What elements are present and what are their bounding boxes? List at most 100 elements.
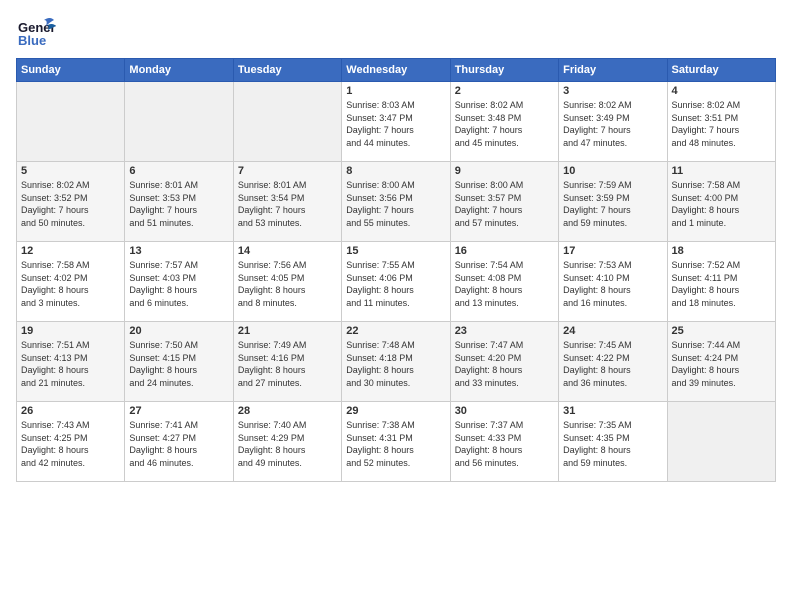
day-content: Sunrise: 8:00 AMSunset: 3:57 PMDaylight:… bbox=[455, 179, 554, 229]
calendar-cell: 6 Sunrise: 8:01 AMSunset: 3:53 PMDaylight… bbox=[125, 162, 233, 242]
calendar-cell: 9Sunrise: 8:00 AMSunset: 3:57 PMDaylight… bbox=[450, 162, 558, 242]
day-content: Sunrise: 7:58 AMSunset: 4:02 PMDaylight:… bbox=[21, 259, 120, 309]
calendar-table: SundayMondayTuesdayWednesdayThursdayFrid… bbox=[16, 58, 776, 482]
calendar-cell: 19 Sunrise: 7:51 AMSunset: 4:13 PMDayligh… bbox=[17, 322, 125, 402]
logo-icon: General Blue bbox=[16, 12, 56, 52]
day-content: Sunrise: 7:55 AMSunset: 4:06 PMDaylight:… bbox=[346, 259, 445, 309]
day-number: 18 bbox=[672, 245, 771, 257]
calendar-cell: 4 Sunrise: 8:02 AMSunset: 3:51 PMDaylight… bbox=[667, 82, 775, 162]
day-content: Sunrise: 7:41 AMSunset: 4:27 PMDaylight:… bbox=[129, 419, 228, 469]
day-content: Sunrise: 7:52 AMSunset: 4:11 PMDaylight:… bbox=[672, 259, 771, 309]
day-content: Sunrise: 7:48 AMSunset: 4:18 PMDaylight:… bbox=[346, 339, 445, 389]
calendar-cell: 7 Sunrise: 8:01 AMSunset: 3:54 PMDaylight… bbox=[233, 162, 341, 242]
calendar-cell: 31 Sunrise: 7:35 AMSunset: 4:35 PMDayligh… bbox=[559, 402, 667, 482]
week-row-3: 12Sunrise: 7:58 AMSunset: 4:02 PMDayligh… bbox=[17, 242, 776, 322]
day-number: 29 bbox=[346, 405, 445, 417]
logo: General Blue bbox=[16, 12, 56, 52]
day-content: Sunrise: 7:38 AMSunset: 4:31 PMDaylight:… bbox=[346, 419, 445, 469]
calendar-cell: 28Sunrise: 7:40 AMSunset: 4:29 PMDayligh… bbox=[233, 402, 341, 482]
week-row-1: 1 Sunrise: 8:03 AMSunset: 3:47 PMDaylight… bbox=[17, 82, 776, 162]
day-content: Sunrise: 7:35 AMSunset: 4:35 PMDaylight:… bbox=[563, 419, 662, 469]
day-content: Sunrise: 7:54 AMSunset: 4:08 PMDaylight:… bbox=[455, 259, 554, 309]
calendar-cell: 10 Sunrise: 7:59 AMSunset: 3:59 PMDayligh… bbox=[559, 162, 667, 242]
calendar-cell: 25 Sunrise: 7:44 AMSunset: 4:24 PMDayligh… bbox=[667, 322, 775, 402]
day-number: 3 bbox=[563, 85, 662, 97]
week-row-5: 26Sunrise: 7:43 AMSunset: 4:25 PMDayligh… bbox=[17, 402, 776, 482]
day-number: 4 bbox=[672, 85, 771, 97]
calendar-cell: 20Sunrise: 7:50 AMSunset: 4:15 PMDayligh… bbox=[125, 322, 233, 402]
day-number: 6 bbox=[129, 165, 228, 177]
day-content: Sunrise: 8:01 AMSunset: 3:53 PMDaylight:… bbox=[129, 179, 228, 229]
day-number: 19 bbox=[21, 325, 120, 337]
day-content: Sunrise: 8:02 AMSunset: 3:51 PMDaylight:… bbox=[672, 99, 771, 149]
calendar-cell: 5 Sunrise: 8:02 AMSunset: 3:52 PMDaylight… bbox=[17, 162, 125, 242]
calendar-cell: 29 Sunrise: 7:38 AMSunset: 4:31 PMDayligh… bbox=[342, 402, 450, 482]
calendar-cell: 27 Sunrise: 7:41 AMSunset: 4:27 PMDayligh… bbox=[125, 402, 233, 482]
calendar-cell bbox=[233, 82, 341, 162]
calendar-cell: 12Sunrise: 7:58 AMSunset: 4:02 PMDayligh… bbox=[17, 242, 125, 322]
calendar-cell: 11Sunrise: 7:58 AMSunset: 4:00 PMDayligh… bbox=[667, 162, 775, 242]
day-content: Sunrise: 8:02 AMSunset: 3:49 PMDaylight:… bbox=[563, 99, 662, 149]
week-row-2: 5 Sunrise: 8:02 AMSunset: 3:52 PMDaylight… bbox=[17, 162, 776, 242]
day-number: 5 bbox=[21, 165, 120, 177]
header-cell-friday: Friday bbox=[559, 59, 667, 82]
day-number: 13 bbox=[129, 245, 228, 257]
calendar-cell: 30Sunrise: 7:37 AMSunset: 4:33 PMDayligh… bbox=[450, 402, 558, 482]
day-content: Sunrise: 8:02 AMSunset: 3:48 PMDaylight:… bbox=[455, 99, 554, 149]
calendar-cell: 8 Sunrise: 8:00 AMSunset: 3:56 PMDaylight… bbox=[342, 162, 450, 242]
day-number: 15 bbox=[346, 245, 445, 257]
week-row-4: 19 Sunrise: 7:51 AMSunset: 4:13 PMDayligh… bbox=[17, 322, 776, 402]
calendar-cell: 15 Sunrise: 7:55 AMSunset: 4:06 PMDayligh… bbox=[342, 242, 450, 322]
svg-text:Blue: Blue bbox=[18, 33, 46, 48]
calendar-cell: 13Sunrise: 7:57 AMSunset: 4:03 PMDayligh… bbox=[125, 242, 233, 322]
day-number: 28 bbox=[238, 405, 337, 417]
day-number: 21 bbox=[238, 325, 337, 337]
header-row: SundayMondayTuesdayWednesdayThursdayFrid… bbox=[17, 59, 776, 82]
day-content: Sunrise: 7:45 AMSunset: 4:22 PMDaylight:… bbox=[563, 339, 662, 389]
header-cell-saturday: Saturday bbox=[667, 59, 775, 82]
day-number: 20 bbox=[129, 325, 228, 337]
day-content: Sunrise: 8:00 AMSunset: 3:56 PMDaylight:… bbox=[346, 179, 445, 229]
calendar-cell: 3 Sunrise: 8:02 AMSunset: 3:49 PMDaylight… bbox=[559, 82, 667, 162]
day-number: 1 bbox=[346, 85, 445, 97]
calendar-cell: 2 Sunrise: 8:02 AMSunset: 3:48 PMDaylight… bbox=[450, 82, 558, 162]
day-content: Sunrise: 7:58 AMSunset: 4:00 PMDaylight:… bbox=[672, 179, 771, 229]
day-number: 17 bbox=[563, 245, 662, 257]
header-cell-monday: Monday bbox=[125, 59, 233, 82]
calendar-cell: 1 Sunrise: 8:03 AMSunset: 3:47 PMDaylight… bbox=[342, 82, 450, 162]
header-cell-sunday: Sunday bbox=[17, 59, 125, 82]
calendar-cell: 18 Sunrise: 7:52 AMSunset: 4:11 PMDayligh… bbox=[667, 242, 775, 322]
calendar-cell: 14Sunrise: 7:56 AMSunset: 4:05 PMDayligh… bbox=[233, 242, 341, 322]
day-number: 27 bbox=[129, 405, 228, 417]
day-content: Sunrise: 8:02 AMSunset: 3:52 PMDaylight:… bbox=[21, 179, 120, 229]
calendar-cell bbox=[17, 82, 125, 162]
calendar-cell: 24 Sunrise: 7:45 AMSunset: 4:22 PMDayligh… bbox=[559, 322, 667, 402]
day-content: Sunrise: 7:47 AMSunset: 4:20 PMDaylight:… bbox=[455, 339, 554, 389]
calendar-cell: 22 Sunrise: 7:48 AMSunset: 4:18 PMDayligh… bbox=[342, 322, 450, 402]
day-number: 8 bbox=[346, 165, 445, 177]
day-number: 26 bbox=[21, 405, 120, 417]
day-number: 10 bbox=[563, 165, 662, 177]
day-content: Sunrise: 8:01 AMSunset: 3:54 PMDaylight:… bbox=[238, 179, 337, 229]
day-content: Sunrise: 7:59 AMSunset: 3:59 PMDaylight:… bbox=[563, 179, 662, 229]
day-number: 22 bbox=[346, 325, 445, 337]
calendar-cell: 21 Sunrise: 7:49 AMSunset: 4:16 PMDayligh… bbox=[233, 322, 341, 402]
day-number: 24 bbox=[563, 325, 662, 337]
calendar-cell: 17 Sunrise: 7:53 AMSunset: 4:10 PMDayligh… bbox=[559, 242, 667, 322]
day-number: 16 bbox=[455, 245, 554, 257]
day-content: Sunrise: 7:53 AMSunset: 4:10 PMDaylight:… bbox=[563, 259, 662, 309]
header-cell-tuesday: Tuesday bbox=[233, 59, 341, 82]
day-number: 31 bbox=[563, 405, 662, 417]
day-number: 7 bbox=[238, 165, 337, 177]
day-content: Sunrise: 7:44 AMSunset: 4:24 PMDaylight:… bbox=[672, 339, 771, 389]
page: General Blue SundayMondayTuesdayWednesda… bbox=[0, 0, 792, 612]
day-number: 25 bbox=[672, 325, 771, 337]
day-content: Sunrise: 7:51 AMSunset: 4:13 PMDaylight:… bbox=[21, 339, 120, 389]
day-content: Sunrise: 7:49 AMSunset: 4:16 PMDaylight:… bbox=[238, 339, 337, 389]
header-cell-wednesday: Wednesday bbox=[342, 59, 450, 82]
day-content: Sunrise: 8:03 AMSunset: 3:47 PMDaylight:… bbox=[346, 99, 445, 149]
header-cell-thursday: Thursday bbox=[450, 59, 558, 82]
header: General Blue bbox=[16, 12, 776, 52]
day-number: 2 bbox=[455, 85, 554, 97]
calendar-cell bbox=[125, 82, 233, 162]
